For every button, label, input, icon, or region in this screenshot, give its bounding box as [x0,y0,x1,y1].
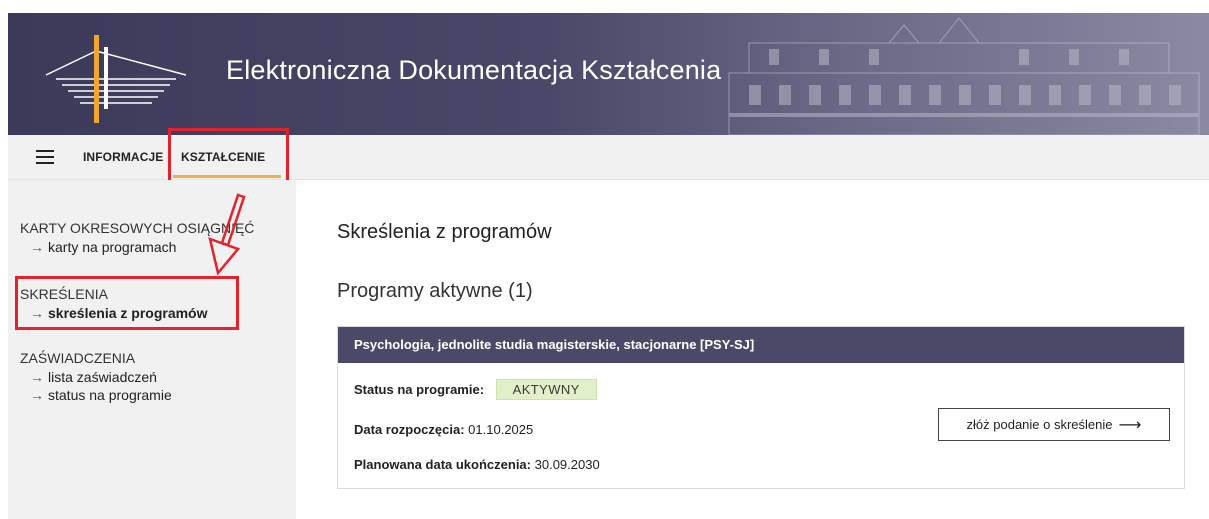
nav-item-ksztalcenie[interactable]: KSZTAŁCENIE [181,150,265,164]
start-date-label: Data rozpoczęcia: [354,422,465,437]
sidebar-group-zaswiadczenia: ZAŚWIADCZENIA → lista zaświadczeń → status… [20,350,172,404]
end-date-label: Planowana data ukończenia: [354,457,531,472]
university-logo [45,35,187,123]
app-title: Elektroniczna Dokumentacja Kształcenia [226,55,722,85]
sidebar-link-skreslenia-z-programow[interactable]: → skreślenia z programów [20,304,208,322]
sidebar-heading: ZAŚWIADCZENIA [20,350,136,366]
sidebar-link-label: karty na programach [48,239,177,255]
program-name: Psychologia, jednolite studia magistersk… [338,327,1184,363]
status-label: Status na programie: [354,382,485,397]
section-title: Programy aktywne (1) [337,280,533,302]
right-arrow-icon: ⟶ [1118,416,1142,434]
status-badge: AKTYWNY [495,379,597,400]
right-arrow-icon: → [30,369,44,385]
sidebar-group-skreslenia: SKREŚLENIA → skreślenia z programów [20,286,208,322]
sidebar: KARTY OKRESOWYCH OSIĄGNIĘĆ → karty na pro… [8,180,296,519]
button-label: złóż podanie o skreślenie [966,417,1113,432]
app-header: Elektroniczna Dokumentacja Kształcenia [8,13,1209,135]
end-date-value: 30.09.2030 [534,457,600,472]
right-arrow-icon: → [30,305,44,321]
annotation-arrow-icon [208,193,246,275]
sidebar-link-label: lista zaświadczeń [48,369,157,385]
sidebar-heading: SKREŚLENIA [20,286,108,302]
hamburger-icon[interactable] [36,150,54,164]
submit-removal-request-button[interactable]: złóż podanie o skreślenie ⟶ [938,408,1170,441]
right-arrow-icon: → [30,387,44,403]
start-date-value: 01.10.2025 [468,422,534,437]
sidebar-link-status-na-programie[interactable]: → status na programie [20,386,172,404]
sidebar-link-label: skreślenia z programów [48,305,208,321]
header-building-image [728,17,1200,135]
end-date-row: Planowana data ukończenia: 30.09.2030 [354,457,600,472]
sidebar-link-label: status na programie [48,387,172,403]
top-navbar: INFORMACJE KSZTAŁCENIE [8,135,1209,180]
start-date-row: Data rozpoczęcia: 01.10.2025 [354,422,533,437]
page-title: Skreślenia z programów [337,221,552,243]
nav-item-informacje[interactable]: INFORMACJE [83,150,163,164]
sidebar-link-lista-zaswiadczen[interactable]: → lista zaświadczeń [20,368,172,386]
active-nav-underline [173,175,281,178]
program-card: Psychologia, jednolite studia magistersk… [337,326,1185,489]
status-row: Status na programie: AKTYWNY [354,379,597,400]
right-arrow-icon: → [30,239,44,255]
